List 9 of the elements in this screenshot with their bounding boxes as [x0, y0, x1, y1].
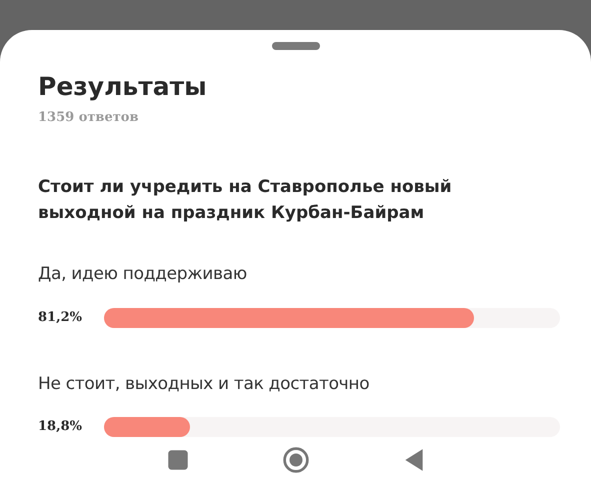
response-count: 1359 ответов: [38, 109, 140, 127]
home-icon[interactable]: [282, 447, 308, 473]
option-label: Не стоит, выходных и так достаточно: [38, 372, 370, 396]
option-label: Да, идею поддерживаю: [38, 263, 248, 286]
poll-question: Стоит ли учредить на Ставрополье новый выходной на праздник Курбан-Байрам: [38, 176, 453, 225]
option-percent: 81,2%: [38, 308, 84, 327]
sheet-title: Результаты: [38, 72, 208, 102]
drag-handle[interactable]: [272, 42, 320, 50]
option-percent: 18,8%: [38, 418, 84, 436]
